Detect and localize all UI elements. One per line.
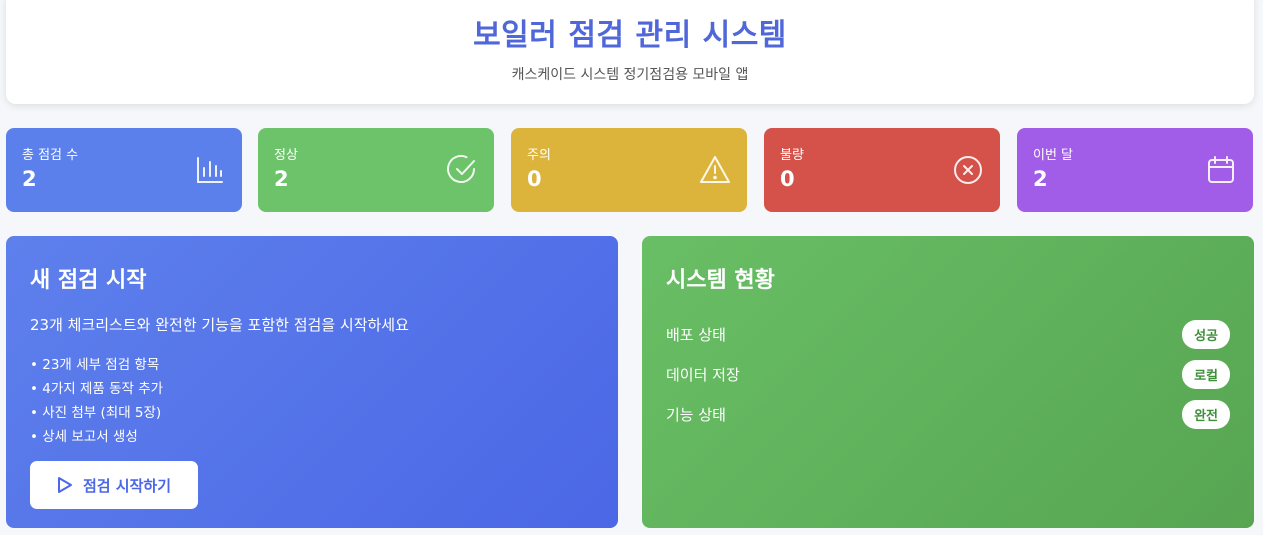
calendar-icon	[1208, 156, 1234, 183]
status-list: 배포 상태 성공 데이터 저장 로컬 기능 상태 완전	[666, 314, 1230, 434]
list-item: • 4가지 제품 동작 추가	[30, 381, 164, 397]
button-label: 점검 시작하기	[82, 476, 172, 495]
page-subtitle: 캐스케이드 시스템 정기점검용 모바일 앱	[511, 67, 749, 83]
feature-list: • 23개 세부 점검 항목 • 4가지 제품 동작 추가 • 사진 첨부 (최…	[30, 353, 594, 449]
app-header: 보일러 점검 관리 시스템 캐스케이드 시스템 정기점검용 모바일 앱	[6, 0, 1254, 104]
list-item: • 상세 보고서 생성	[30, 429, 138, 445]
start-inspection-button[interactable]: 점검 시작하기	[30, 461, 198, 509]
status-name: 기능 상태	[666, 405, 726, 424]
stat-card-defect: 불량 0	[764, 128, 1000, 212]
play-icon	[57, 477, 72, 493]
status-badge: 로컬	[1182, 359, 1230, 389]
status-row: 데이터 저장 로컬	[666, 354, 1230, 394]
status-name: 배포 상태	[666, 325, 726, 344]
card-description: 23개 체크리스트와 완전한 기능을 포함한 점검을 시작하세요	[30, 316, 409, 334]
list-item: • 23개 세부 점검 항목	[30, 357, 160, 373]
page-title: 보일러 점검 관리 시스템	[473, 18, 787, 53]
status-row: 기능 상태 완전	[666, 394, 1230, 434]
list-item: • 사진 첨부 (최대 5장)	[30, 405, 162, 421]
stat-card-normal: 정상 2	[258, 128, 494, 212]
status-badge: 성공	[1182, 319, 1230, 349]
check-circle-icon	[447, 154, 475, 183]
card-title: 시스템 현황	[666, 268, 775, 293]
x-circle-icon	[954, 156, 982, 184]
stat-card-total: 총 점검 수 2	[6, 128, 242, 212]
stat-card-warning: 주의 0	[511, 128, 747, 212]
status-row: 배포 상태 성공	[666, 314, 1230, 354]
system-status-card: 시스템 현황 배포 상태 성공 데이터 저장 로컬 기능 상태 완전	[642, 236, 1254, 528]
bar-chart-icon	[197, 157, 223, 183]
warning-icon	[700, 156, 730, 183]
status-name: 데이터 저장	[666, 365, 740, 384]
stat-card-this-month: 이번 달 2	[1017, 128, 1253, 212]
status-badge: 완전	[1182, 399, 1230, 429]
new-inspection-card: 새 점검 시작 23개 체크리스트와 완전한 기능을 포함한 점검을 시작하세요…	[6, 236, 618, 528]
card-title: 새 점검 시작	[30, 268, 147, 293]
